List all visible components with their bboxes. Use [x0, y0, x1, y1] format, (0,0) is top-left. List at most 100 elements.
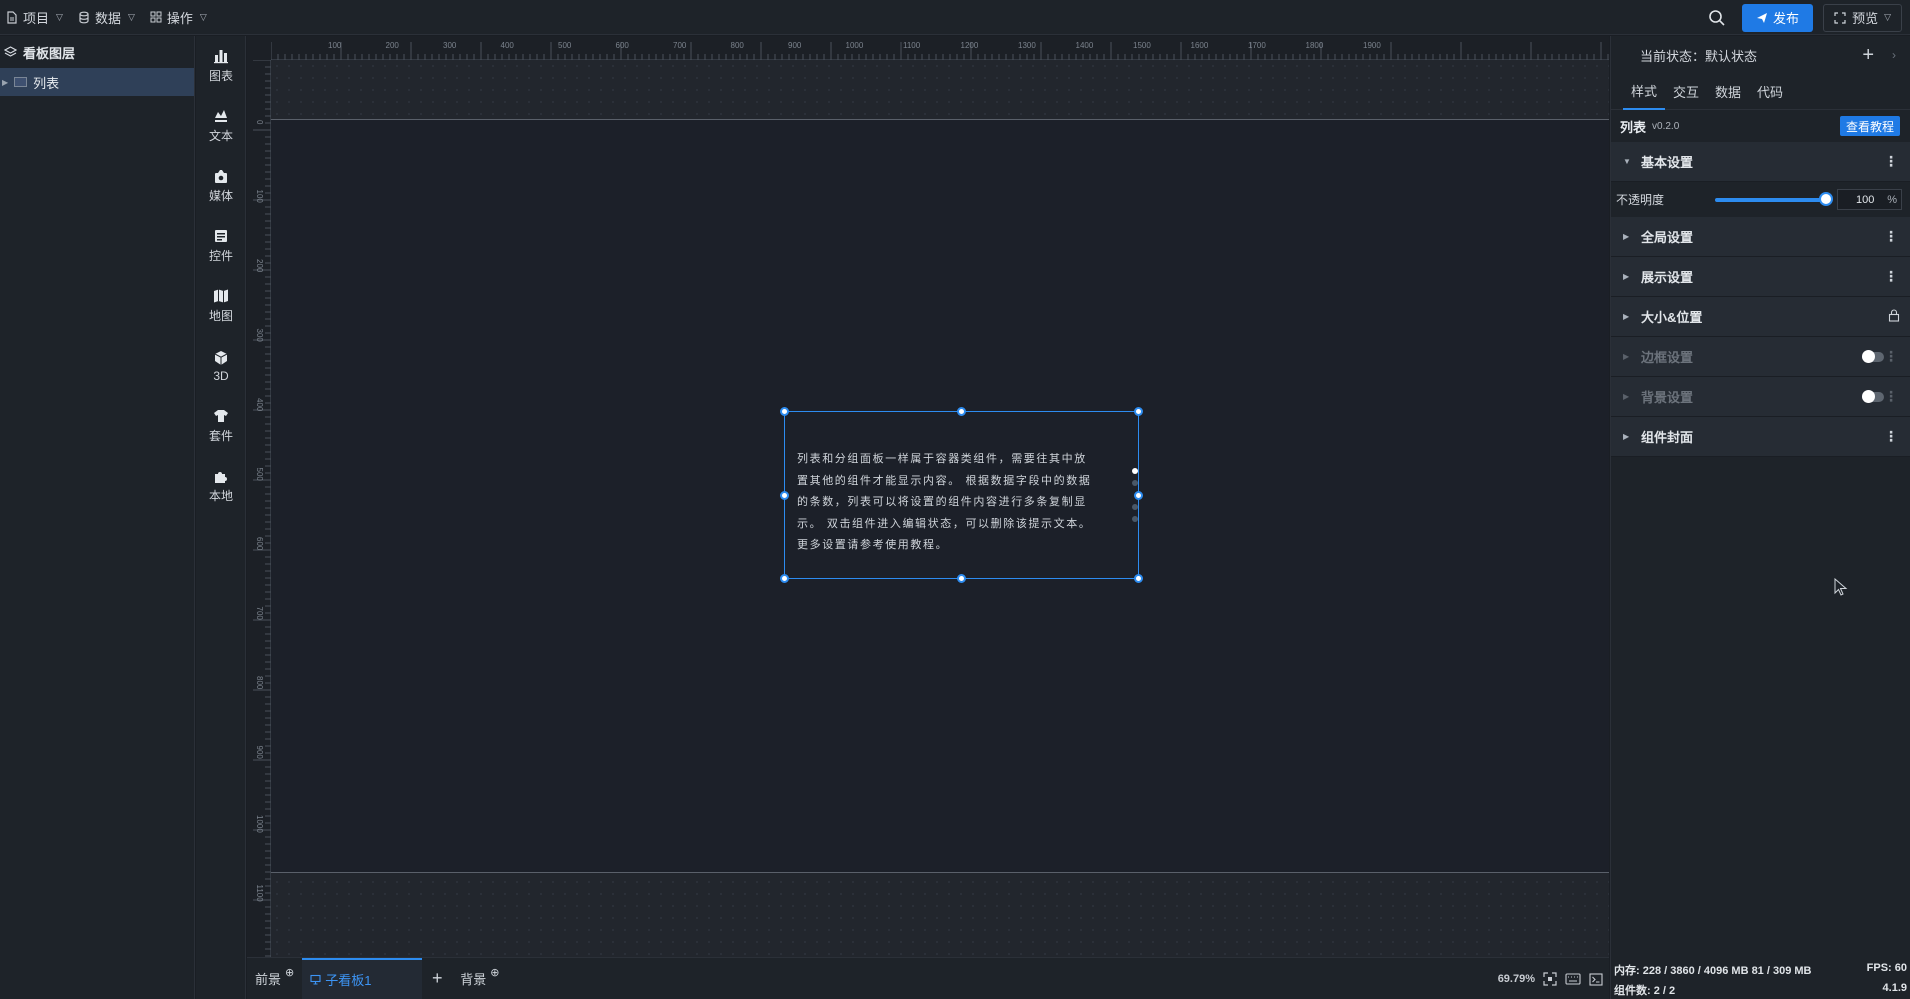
more-icon[interactable]: ⋮: [1884, 228, 1898, 245]
top-actions: 发布 预览 ▽: [1702, 0, 1910, 35]
opacity-input[interactable]: 100 %: [1837, 189, 1902, 210]
ruler-label: 1100: [255, 885, 264, 903]
search-button[interactable]: [1702, 3, 1732, 33]
section-basic[interactable]: ▼ 基本设置 ⋮: [1611, 142, 1910, 182]
section-border[interactable]: ▶ 边框设置 ⋮: [1611, 337, 1910, 377]
background-toggle[interactable]: [1862, 389, 1884, 403]
ruler-label: 200: [386, 41, 400, 50]
more-icon[interactable]: ⋮: [1884, 348, 1898, 365]
tab-data[interactable]: 数据: [1707, 74, 1749, 110]
section-cover[interactable]: ▶ 组件封面 ⋮: [1611, 417, 1910, 457]
border-toggle[interactable]: [1862, 349, 1884, 363]
component-kit[interactable]: 套件: [196, 396, 246, 456]
ruler-corner: [247, 36, 271, 60]
ruler-label: 800: [255, 676, 264, 690]
terminal-icon[interactable]: [1589, 972, 1603, 986]
resize-handle-r[interactable]: [1134, 491, 1143, 500]
resize-handle-tr[interactable]: [1134, 407, 1143, 416]
component-3d[interactable]: 3D: [196, 336, 246, 396]
add-circle-icon[interactable]: ⊕: [490, 966, 499, 979]
hint-line: 置其他的组件才能显示内容。 根据数据字段中的数据: [797, 474, 1092, 487]
state-value[interactable]: 默认状态: [1705, 46, 1757, 65]
fit-screen-icon[interactable]: [1543, 972, 1557, 986]
component-map[interactable]: 地图: [196, 276, 246, 336]
add-state-icon[interactable]: +: [1862, 44, 1874, 67]
lock-icon[interactable]: [1888, 308, 1900, 325]
more-icon[interactable]: ⋮: [1884, 268, 1898, 285]
app-root: 项目 ▽ 数据 ▽ 操作 ▽ 发布 预览 ▽ 看板图层 ▶ 列表 图表 文本 媒…: [0, 0, 1910, 999]
top-bar: 项目 ▽ 数据 ▽ 操作 ▽ 发布 预览 ▽: [0, 0, 1910, 35]
opacity-slider-handle[interactable]: [1819, 192, 1833, 206]
memory-status: 内存: 228 / 3860 / 4096 MB 81 / 309 MB: [1614, 965, 1812, 977]
zoom-controls: 69.79%: [1498, 958, 1609, 999]
section-display[interactable]: ▶ 展示设置 ⋮: [1611, 257, 1910, 297]
resize-handle-br[interactable]: [1134, 574, 1143, 583]
zoom-level[interactable]: 69.79%: [1498, 973, 1535, 985]
component-title-row: 列表 v0.2.0 查看教程: [1611, 110, 1910, 142]
ruler-label: 1100: [903, 41, 921, 50]
opacity-slider[interactable]: [1715, 198, 1827, 202]
section-background[interactable]: ▶ 背景设置 ⋮: [1611, 377, 1910, 417]
menu-operation[interactable]: 操作 ▽: [144, 0, 216, 35]
list-widget[interactable]: 列表和分组面板一样属于容器类组件，需要往其中放 置其他的组件才能显示内容。 根据…: [780, 407, 1143, 583]
preview-button[interactable]: 预览 ▽: [1823, 3, 1902, 32]
component-chart[interactable]: 图表: [196, 36, 246, 96]
component-media-label: 媒体: [208, 189, 233, 203]
tab-code[interactable]: 代码: [1749, 74, 1791, 110]
section-border-label: 边框设置: [1641, 350, 1694, 365]
chevron-right-icon[interactable]: ›: [1892, 48, 1896, 62]
publish-button[interactable]: 发布: [1742, 3, 1814, 32]
add-board-button[interactable]: +: [422, 958, 452, 999]
canvas-area[interactable]: 列表和分组面板一样属于容器类组件，需要往其中放 置其他的组件才能显示内容。 根据…: [247, 36, 1609, 957]
component-local[interactable]: 本地: [196, 456, 246, 516]
component-media[interactable]: 媒体: [196, 156, 246, 216]
keyboard-icon[interactable]: [1565, 973, 1581, 985]
tab-background[interactable]: 背景 ⊕: [452, 958, 507, 999]
section-size-position[interactable]: ▶ 大小&位置: [1611, 297, 1910, 337]
fps-status: FPS: 60: [1866, 962, 1907, 974]
bar-chart-icon: [214, 50, 228, 64]
component-control[interactable]: 控件: [196, 216, 246, 276]
component-map-label: 地图: [208, 309, 233, 323]
more-icon[interactable]: ⋮: [1884, 153, 1898, 170]
menu-project[interactable]: 项目 ▽: [0, 0, 72, 35]
ruler-label: 1000: [846, 41, 864, 50]
layer-panel-header: 看板图层: [0, 36, 194, 68]
resize-handle-l[interactable]: [780, 491, 789, 500]
tab-foreground[interactable]: 前景 ⊕: [247, 958, 302, 999]
add-circle-icon[interactable]: ⊕: [285, 966, 294, 979]
component-name: 列表: [1620, 119, 1647, 135]
board[interactable]: 列表和分组面板一样属于容器类组件，需要往其中放 置其他的组件才能显示内容。 根据…: [271, 119, 1609, 873]
component-chart-label: 图表: [208, 69, 233, 83]
section-cover-label: 组件封面: [1641, 430, 1694, 445]
more-icon[interactable]: ⋮: [1884, 388, 1898, 405]
menu-data[interactable]: 数据 ▽: [72, 0, 144, 35]
section-global[interactable]: ▶ 全局设置 ⋮: [1611, 217, 1910, 257]
grid-icon: [150, 11, 162, 23]
tab-interaction[interactable]: 交互: [1665, 74, 1707, 110]
layer-panel: 看板图层 ▶ 列表: [0, 36, 195, 999]
ruler-label: 300: [443, 41, 457, 50]
resize-handle-tl[interactable]: [780, 407, 789, 416]
scroll-indicator: [1132, 504, 1138, 510]
tab-style[interactable]: 样式: [1623, 74, 1666, 110]
tab-subboard[interactable]: 子看板1: [302, 957, 423, 999]
caret-right-icon[interactable]: ▶: [2, 78, 8, 87]
resize-handle-b[interactable]: [957, 574, 966, 583]
panel-tabs: 样式 交互 数据 代码: [1611, 74, 1910, 110]
layer-panel-title: 看板图层: [23, 45, 76, 61]
more-icon[interactable]: ⋮: [1884, 428, 1898, 445]
ruler-label: 800: [731, 41, 745, 50]
tutorial-button[interactable]: 查看教程: [1839, 116, 1900, 136]
opacity-unit: %: [1887, 193, 1897, 206]
ruler-horizontal[interactable]: 100 200 300 400 500 600 700 800 900 1000 1100 1200 1…: [271, 36, 1609, 60]
database-icon: [78, 11, 90, 24]
component-text[interactable]: 文本: [196, 96, 246, 156]
layer-item-list[interactable]: ▶ 列表: [0, 68, 194, 96]
caret-right-icon: ▶: [1623, 272, 1630, 281]
resize-handle-t[interactable]: [957, 407, 966, 416]
resize-handle-bl[interactable]: [780, 574, 789, 583]
opacity-value: 100: [1856, 193, 1875, 206]
ruler-vertical[interactable]: 0 100 200 300 400 500 600 700 800 900 1000 1100: [247, 60, 271, 957]
ruler-label: 400: [255, 398, 264, 412]
